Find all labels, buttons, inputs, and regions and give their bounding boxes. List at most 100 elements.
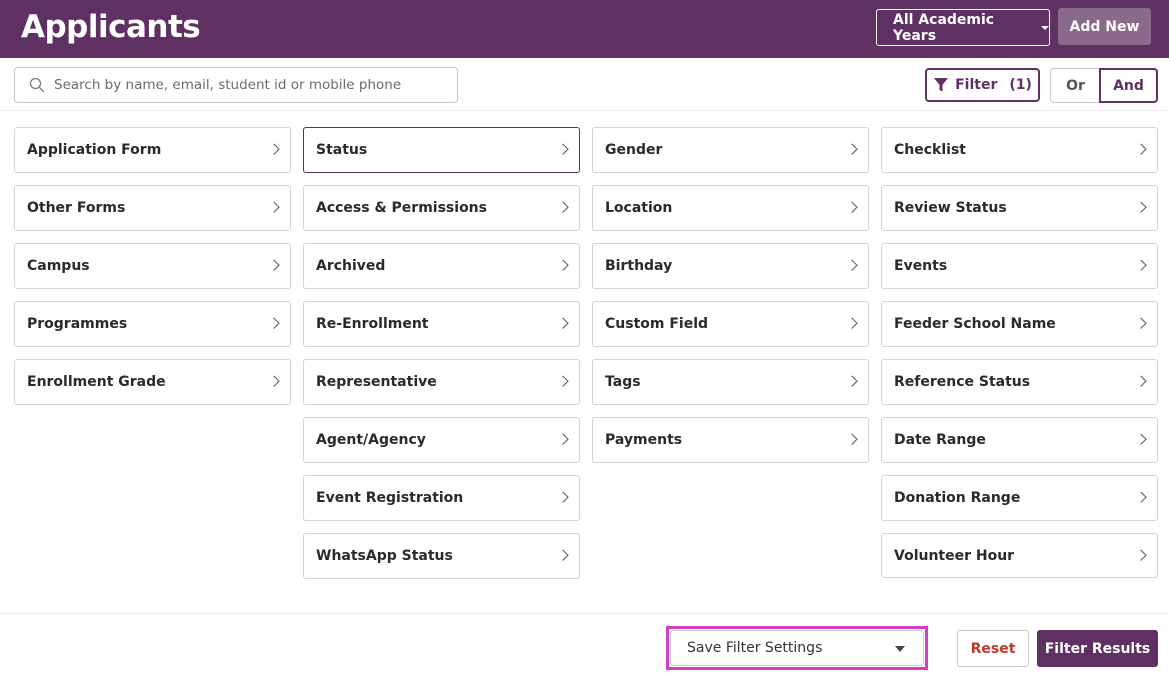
filter-count: (1) [1009,77,1032,93]
filter-category-label: Location [605,200,673,216]
chevron-right-icon [846,259,858,271]
page-title: Applicants [21,9,201,45]
filter-category-checklist[interactable]: Checklist [881,127,1158,173]
filter-category-label: Archived [316,258,386,274]
filter-category-date-range[interactable]: Date Range [881,417,1158,463]
chevron-right-icon [557,259,569,271]
chevron-right-icon [1135,433,1147,445]
filter-category-feeder-school-name[interactable]: Feeder School Name [881,301,1158,347]
chevron-right-icon [268,317,280,329]
filter-category-label: Checklist [894,142,966,158]
filter-category-volunteer-hour[interactable]: Volunteer Hour [881,533,1158,578]
filter-category-label: Representative [316,374,437,390]
chevron-right-icon [846,433,858,445]
chevron-right-icon [268,143,280,155]
filter-category-whatsapp-status[interactable]: WhatsApp Status [303,533,580,579]
filter-category-birthday[interactable]: Birthday [592,243,869,289]
chevron-right-icon [1135,143,1147,155]
or-logic-button[interactable]: Or [1050,68,1100,103]
chevron-right-icon [557,317,569,329]
filter-category-label: Birthday [605,258,673,274]
filter-category-label: Volunteer Hour [894,547,1015,564]
save-filter-settings-label: Save Filter Settings [687,640,823,656]
filter-category-event-registration[interactable]: Event Registration [303,475,580,521]
chevron-right-icon [1135,317,1147,329]
filter-category-label: Gender [605,142,663,158]
filter-category-payments[interactable]: Payments [592,417,869,463]
chevron-right-icon [1135,491,1147,503]
filter-category-label: Custom Field [605,316,709,332]
filter-category-donation-range[interactable]: Donation Range [881,475,1158,521]
filter-category-label: Review Status [894,200,1007,216]
filter-category-archived[interactable]: Archived [303,243,580,289]
add-new-button[interactable]: Add New [1058,8,1151,45]
filter-category-review-status[interactable]: Review Status [881,185,1158,231]
chevron-right-icon [1135,201,1147,213]
filter-category-gender[interactable]: Gender [592,127,869,173]
chevron-right-icon [846,375,858,387]
divider [0,613,1169,614]
and-logic-button[interactable]: And [1099,68,1158,103]
chevron-right-icon [1135,375,1147,387]
filter-category-label: Date Range [894,432,986,448]
filter-category-label: Agent/Agency [316,432,426,448]
filter-column-4: Checklist Review Status Events Feeder Schoo… [881,127,1158,590]
reset-button[interactable]: Reset [957,630,1029,667]
chevron-right-icon [268,375,280,387]
filter-button[interactable]: Filter (1) [925,68,1040,102]
search-input[interactable] [54,77,434,93]
chevron-right-icon [557,433,569,445]
filter-category-application-form[interactable]: Application Form [14,127,291,173]
caret-down-icon [1041,25,1049,30]
filter-column-1: Application Form Other Forms Campus Program… [14,127,291,417]
filter-category-label: Access & Permissions [316,200,487,216]
filter-category-custom-field[interactable]: Custom Field [592,301,869,347]
chevron-right-icon [846,143,858,155]
caret-down-icon [895,646,905,652]
filter-category-label: Status [316,142,368,158]
filter-category-label: Payments [605,432,683,448]
filter-category-location[interactable]: Location [592,185,869,231]
filter-results-button[interactable]: Filter Results [1037,630,1158,667]
divider [0,110,1169,111]
filter-category-other-forms[interactable]: Other Forms [14,185,291,231]
filter-category-label: Feeder School Name [894,316,1056,332]
chevron-right-icon [557,201,569,213]
filter-category-tags[interactable]: Tags [592,359,869,405]
filter-category-label: Application Form [27,142,162,158]
filter-column-3: Gender Location Birthday Custom Field Tags Pa… [592,127,869,475]
filter-category-label: Campus [27,258,90,274]
filter-category-programmes[interactable]: Programmes [14,301,291,347]
filter-button-label: Filter [955,77,998,93]
filter-category-label: Event Registration [316,490,464,506]
funnel-icon [934,78,949,92]
filter-category-reference-status[interactable]: Reference Status [881,359,1158,405]
search-icon [29,77,45,93]
chevron-right-icon [557,375,569,387]
chevron-right-icon [557,491,569,503]
filter-category-representative[interactable]: Representative [303,359,580,405]
filter-category-label: Enrollment Grade [27,374,166,390]
filter-category-label: Reference Status [894,374,1031,390]
academic-year-select[interactable]: All Academic Years [876,9,1050,46]
chevron-right-icon [268,201,280,213]
filter-category-access-permissions[interactable]: Access & Permissions [303,185,580,231]
chevron-right-icon [846,317,858,329]
chevron-right-icon [557,549,569,561]
filter-category-events[interactable]: Events [881,243,1158,289]
page-header: Applicants All Academic Years Add New [0,0,1169,58]
search-box[interactable] [14,67,458,103]
filter-category-enrollment-grade[interactable]: Enrollment Grade [14,359,291,405]
filter-category-label: Events [894,258,948,274]
filter-category-label: Other Forms [27,200,126,216]
filter-category-re-enrollment[interactable]: Re-Enrollment [303,301,580,347]
save-filter-settings-select[interactable]: Save Filter Settings [670,630,924,666]
chevron-right-icon [1135,259,1147,271]
filter-category-agent-agency[interactable]: Agent/Agency [303,417,580,463]
filter-category-label: WhatsApp Status [316,548,453,564]
filter-category-label: Tags [605,374,641,390]
academic-year-select-label: All Academic Years [893,11,995,44]
filter-category-label: Programmes [27,316,128,332]
filter-category-status[interactable]: Status [303,127,580,173]
filter-category-campus[interactable]: Campus [14,243,291,289]
